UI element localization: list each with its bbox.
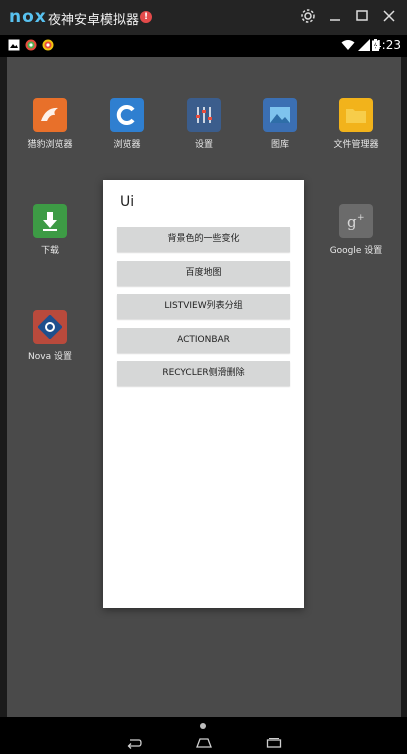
dialog-title: Ui [120, 194, 135, 210]
emulator-titlebar: nox 夜神安卓模拟器 ! [0, 0, 407, 35]
maximize-icon[interactable] [352, 6, 372, 26]
page-indicator-dot [200, 723, 206, 729]
minimize-icon[interactable] [325, 6, 345, 26]
alert-icon[interactable]: ! [140, 11, 152, 23]
wifi-icon [341, 40, 355, 50]
window-title: 夜神安卓模拟器 [48, 13, 140, 28]
background-color-button[interactable]: 背景色的一些变化 [117, 227, 290, 252]
ui-dialog: Ui 背景色的一些变化 百度地图 LISTVIEW列表分组 ACTIONBAR … [103, 180, 304, 608]
nox-logo: nox [9, 7, 47, 27]
color-notification-icon [25, 39, 37, 51]
photo-notification-icon [8, 39, 20, 51]
cell-signal-icon [358, 39, 370, 51]
actionbar-button[interactable]: ACTIONBAR [117, 328, 290, 353]
listview-group-button[interactable]: LISTVIEW列表分组 [117, 294, 290, 319]
android-status-bar: 4:23 [0, 35, 407, 57]
recent-apps-icon[interactable] [266, 737, 282, 749]
home-icon[interactable] [196, 737, 212, 749]
color-notification-icon [42, 39, 54, 51]
recycler-swipe-delete-button[interactable]: RECYCLER侧滑删除 [117, 361, 290, 386]
back-icon[interactable] [126, 737, 142, 749]
gear-icon[interactable] [298, 6, 318, 26]
baidu-map-button[interactable]: 百度地图 [117, 261, 290, 286]
status-clock: 4:23 [374, 38, 401, 52]
close-icon[interactable] [379, 6, 399, 26]
